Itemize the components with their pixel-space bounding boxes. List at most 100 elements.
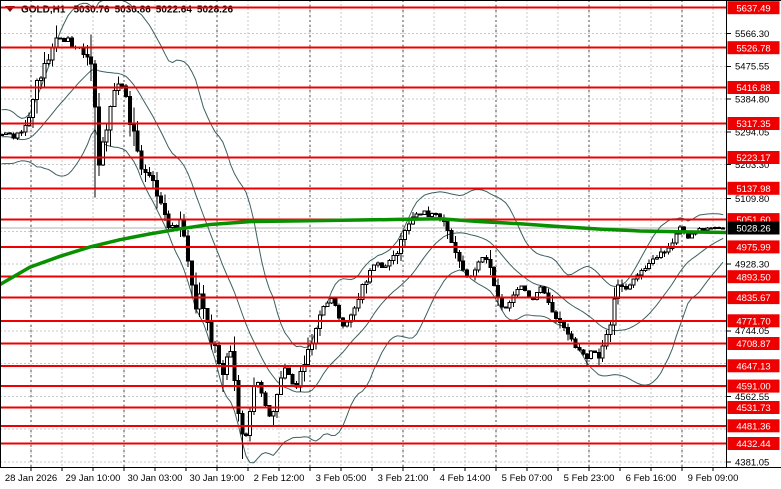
candle-up: [345, 322, 348, 326]
candle-up: [477, 262, 480, 270]
candle-up: [632, 279, 635, 285]
time-axis-label: 3 Feb 21:00: [378, 473, 429, 484]
candle-up: [32, 99, 35, 117]
candle-down: [446, 221, 449, 230]
candle-down: [245, 434, 248, 436]
candle-up: [628, 285, 631, 289]
trading-chart-window: GOLD,H15030.765030.865022.645028.26 5566…: [0, 0, 781, 489]
candle-down: [485, 258, 488, 260]
grid-layer: [0, 0, 726, 467]
candle-down: [497, 286, 500, 298]
candle-down: [190, 261, 193, 285]
candle-down: [163, 203, 166, 214]
candle-down: [12, 134, 15, 138]
candle-up: [404, 230, 407, 239]
candle-up: [249, 412, 252, 436]
level-price-badge-text: 4647.13: [736, 361, 770, 372]
current-price-badge-text: 5028.26: [736, 224, 770, 235]
title-open: 5030.76: [73, 5, 110, 16]
candle-up: [609, 325, 612, 335]
candle-up: [481, 258, 484, 263]
candle-up: [307, 349, 310, 364]
candle-up: [376, 263, 379, 265]
candle-down: [287, 368, 290, 375]
candle-down: [624, 287, 627, 289]
price-axis-label: 4381.05: [735, 457, 769, 468]
level-price-badge-text: 4893.50: [736, 272, 770, 283]
title-close: 5028.26: [197, 5, 234, 16]
time-axis-label: 4 Feb 14:00: [440, 473, 491, 484]
candle-down: [121, 84, 124, 86]
time-axis-label: 5 Feb 07:00: [502, 473, 553, 484]
candle-down: [167, 214, 170, 227]
level-price-badge-text: 4481.36: [736, 421, 770, 432]
candle-up: [330, 298, 333, 303]
candle-down: [210, 322, 213, 343]
level-price-badge-text: 4531.73: [736, 403, 770, 414]
candle-up: [659, 252, 662, 257]
candle-up: [229, 352, 232, 357]
time-axis-label: 2 Feb 12:00: [254, 473, 305, 484]
time-axis-label: 5 Feb 23:00: [564, 473, 615, 484]
candle-up: [373, 265, 376, 271]
candle-up: [423, 211, 426, 214]
candle-down: [334, 298, 337, 305]
candle-up: [384, 266, 387, 267]
candle-up: [66, 38, 69, 42]
candle-down: [528, 291, 531, 298]
candle-down: [582, 350, 585, 354]
level-price-badge-text: 5317.35: [736, 119, 770, 130]
candle-down: [59, 38, 62, 39]
time-axis-label: 28 Jan 2026: [5, 473, 57, 484]
candle-up: [648, 263, 651, 268]
level-price-badge-text: 4835.67: [736, 293, 770, 304]
candle-down: [338, 305, 341, 318]
price-axis-label: 5109.80: [735, 194, 769, 205]
candle-down: [524, 286, 527, 291]
candle-down: [435, 214, 438, 215]
level-price-badge-text: 5223.17: [736, 153, 770, 164]
candle-down: [593, 351, 596, 352]
candle-down: [566, 327, 569, 334]
chart-title-text: GOLD,H15030.765030.865022.645028.26: [21, 5, 234, 16]
candle-down: [500, 297, 503, 307]
candle-down: [597, 353, 600, 359]
level-price-badge-text: 5137.98: [736, 184, 770, 195]
level-price-badge-text: 4975.99: [736, 243, 770, 254]
candle-up: [353, 308, 356, 315]
time-axis-label: 6 Feb 16:00: [626, 473, 677, 484]
title-high: 5030.86: [115, 5, 152, 16]
candle-up: [365, 282, 368, 285]
level-price-badge-text: 5416.88: [736, 83, 770, 94]
candle-down: [132, 124, 135, 131]
candle-up: [706, 228, 709, 230]
candle-down: [202, 294, 205, 309]
candle-up: [318, 315, 321, 329]
candle-up: [357, 300, 360, 309]
candle-down: [148, 173, 151, 176]
candle-down: [578, 347, 581, 349]
chart-canvas[interactable]: GOLD,H15030.765030.865022.645028.26 5566…: [0, 0, 781, 489]
level-price-badge-text: 4708.87: [736, 339, 770, 350]
candle-down: [90, 57, 93, 64]
candle-up: [539, 287, 542, 293]
chart-title: GOLD,H15030.765030.865022.645028.26: [5, 5, 234, 16]
candle-down: [489, 260, 492, 268]
candle-down: [621, 285, 624, 287]
candle-up: [322, 307, 325, 316]
title-symbol-period: GOLD,H1: [21, 5, 66, 16]
candle-up: [652, 259, 655, 263]
candle-up: [24, 126, 27, 132]
candle-down: [702, 229, 705, 230]
candle-up: [35, 81, 38, 100]
candle-down: [717, 228, 720, 229]
candle-down: [342, 318, 345, 326]
candle-up: [508, 303, 511, 308]
candle-up: [101, 142, 104, 165]
candle-up: [675, 234, 678, 243]
price-axis-label: 4744.05: [735, 326, 769, 337]
level-price-badge-text: 4432.44: [736, 439, 770, 450]
candle-down: [291, 374, 294, 383]
candle-down: [264, 393, 267, 406]
candle-down: [140, 151, 143, 169]
